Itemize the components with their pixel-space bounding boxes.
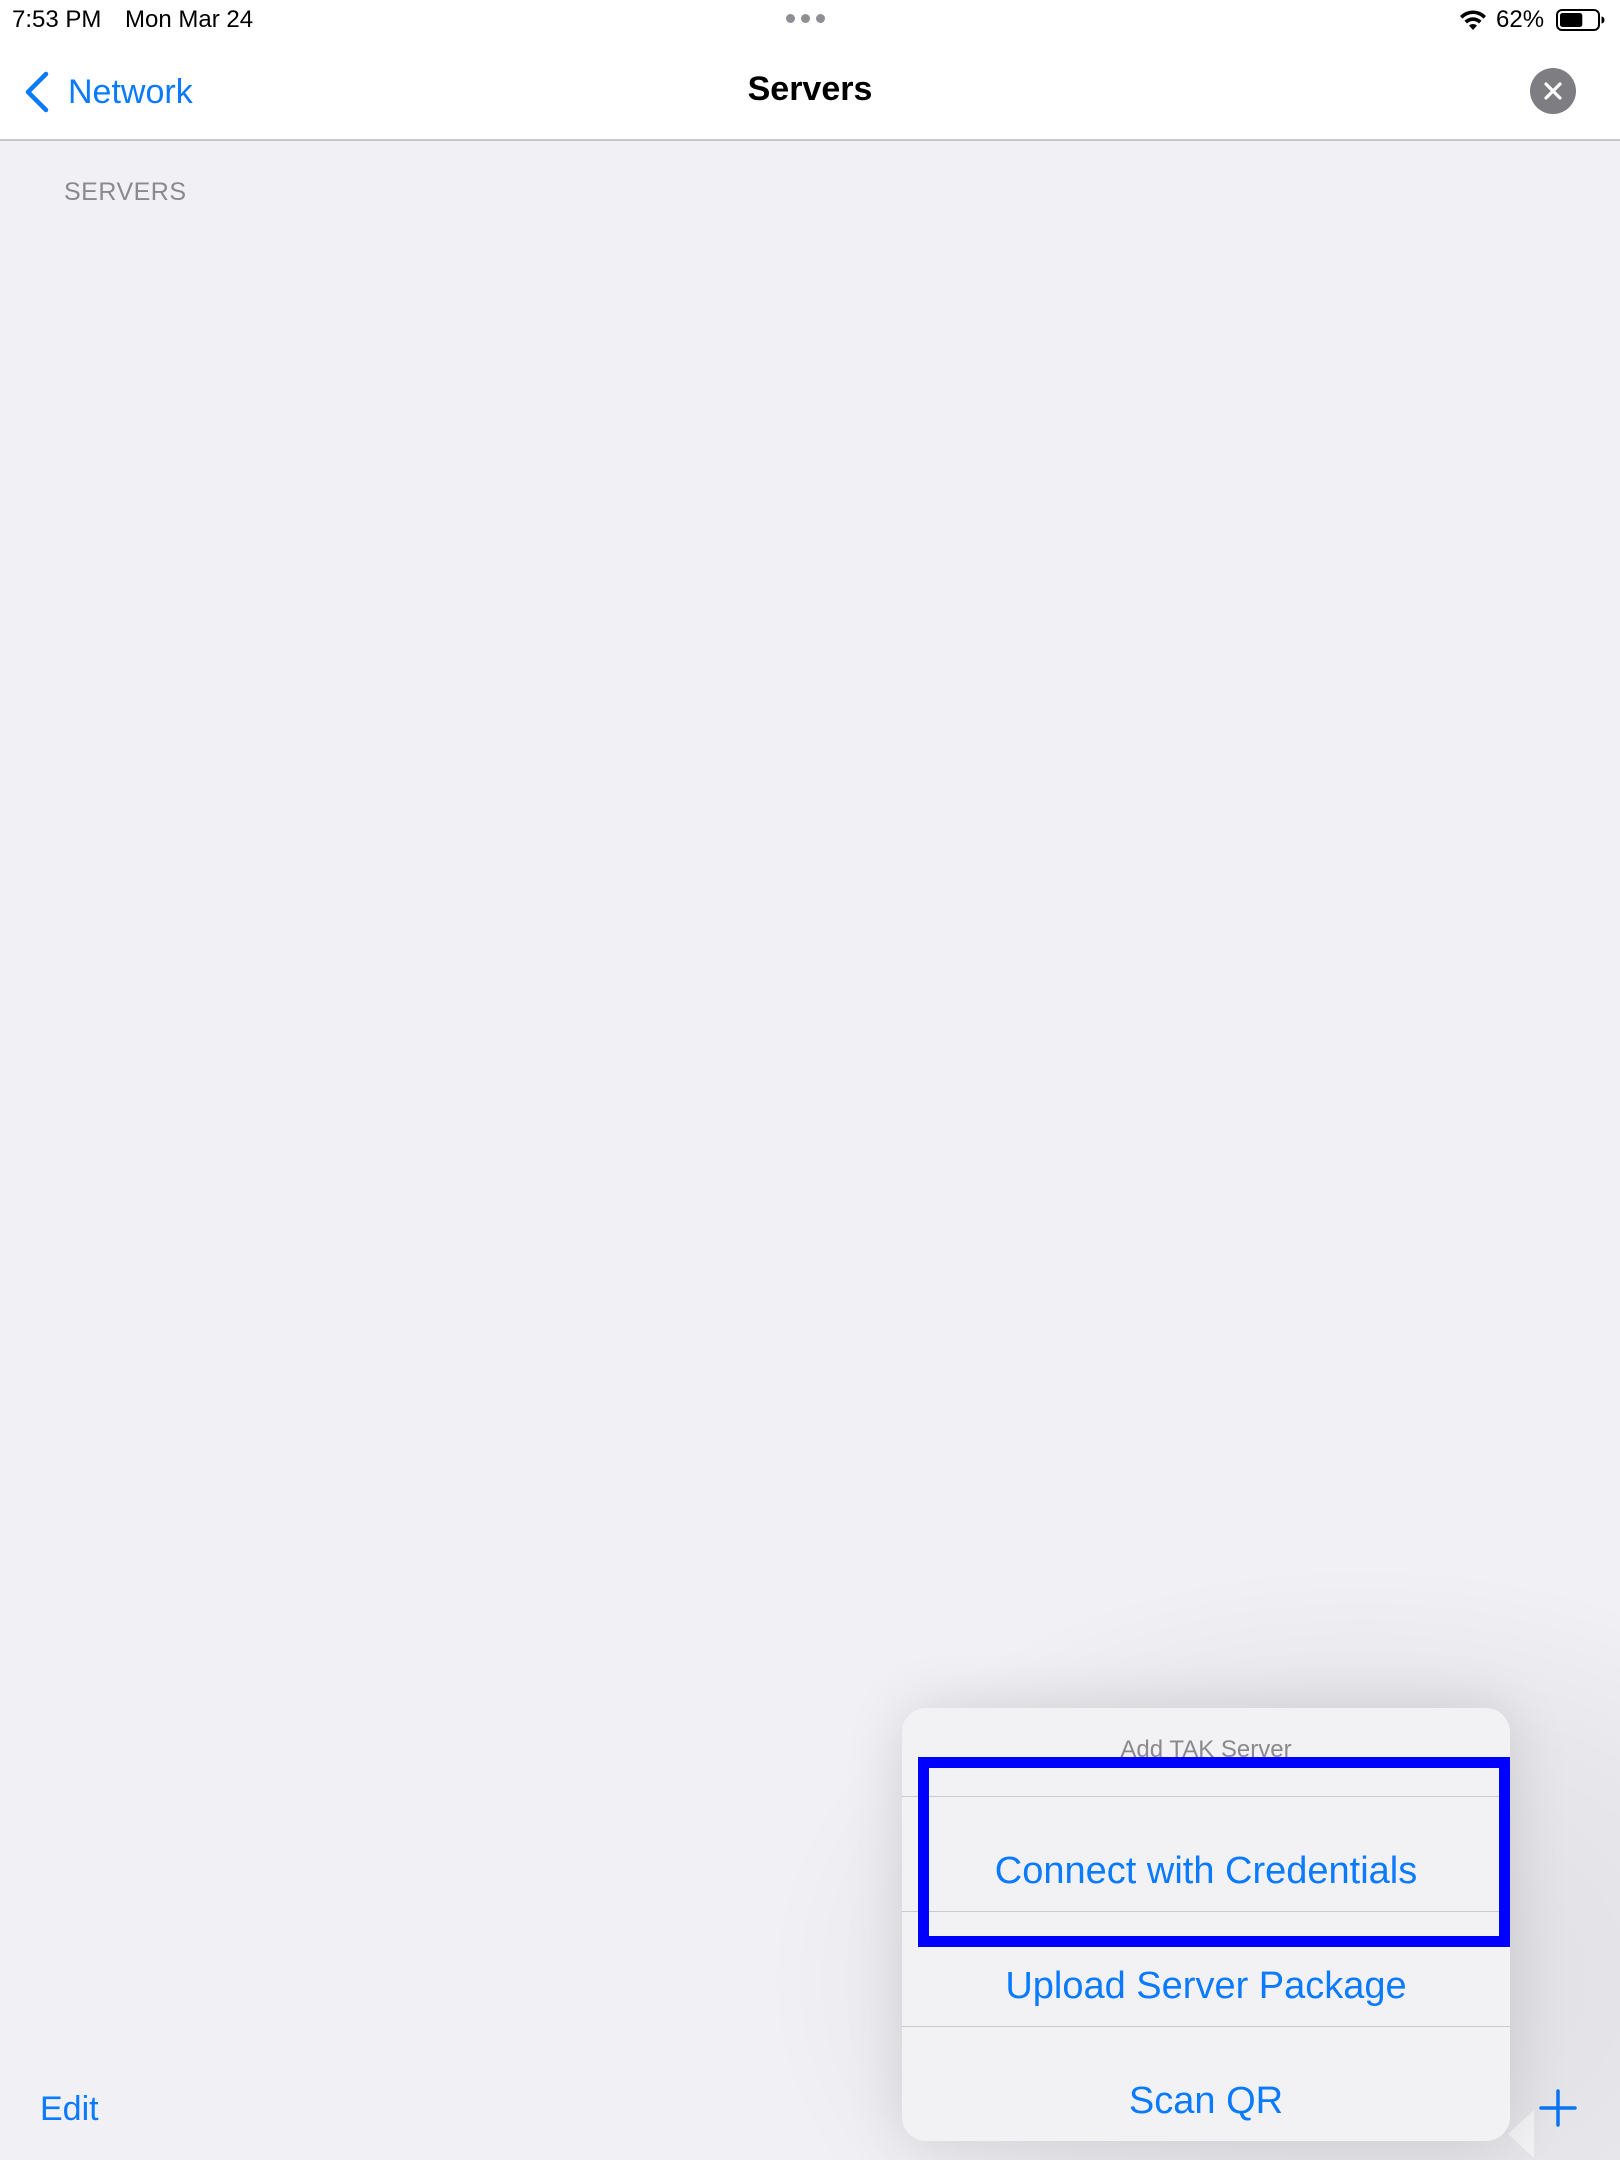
- connect-with-credentials-button[interactable]: Connect with Credentials: [902, 1850, 1510, 1893]
- servers-section-header: SERVERS: [64, 178, 187, 206]
- page-title: Servers: [747, 70, 873, 108]
- wifi-icon: [1460, 10, 1486, 30]
- divider: [902, 2026, 1510, 2027]
- status-time: 7:53 PM: [12, 6, 102, 33]
- close-icon: [1544, 82, 1562, 100]
- popover-arrow: [1508, 2110, 1534, 2158]
- status-date: Mon Mar 24: [125, 6, 254, 33]
- screen: 7:53 PM Mon Mar 24 62% Network Servers S…: [0, 0, 1620, 2160]
- upload-server-package-button[interactable]: Upload Server Package: [902, 1965, 1510, 2008]
- divider: [902, 1796, 1510, 1797]
- more-dots-icon[interactable]: [786, 14, 825, 23]
- scan-qr-button[interactable]: Scan QR: [902, 2080, 1510, 2123]
- divider: [902, 1911, 1510, 1912]
- close-button[interactable]: [1530, 68, 1576, 114]
- plus-icon[interactable]: [1538, 2088, 1578, 2128]
- status-bar: 7:53 PM Mon Mar 24 62%: [0, 0, 1620, 42]
- battery-percent: 62%: [1496, 6, 1545, 33]
- navigation-bar: Network Servers: [0, 42, 1620, 141]
- add-server-popover: Add TAK Server Connect with Credentials …: [902, 1708, 1510, 2141]
- popover-title: Add TAK Server: [1120, 1736, 1292, 1763]
- battery-icon: [1556, 9, 1605, 31]
- edit-button[interactable]: Edit: [40, 2090, 99, 2129]
